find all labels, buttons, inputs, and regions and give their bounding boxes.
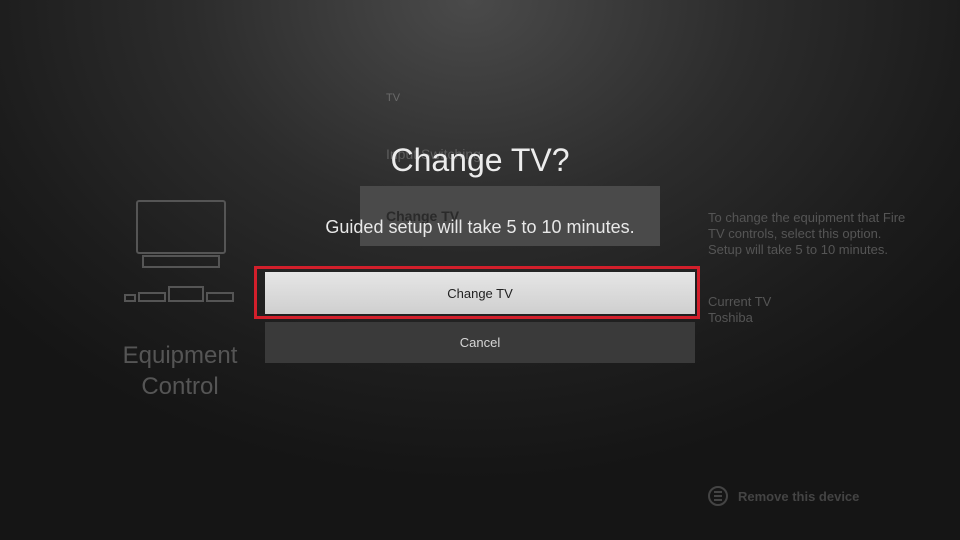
menu-lines-icon [708,486,728,506]
remove-device-label: Remove this device [738,488,860,504]
background-settings-page: TV Input Switching Change TV Equipment C… [0,0,960,540]
equipment-control-title: Equipment Control [122,342,238,400]
section-label: TV [386,92,401,104]
current-tv-value: Toshiba [708,310,753,325]
change-tv-button[interactable]: Change TV [265,272,695,314]
dialog-title: Change TV? [390,142,570,178]
devices-icon [124,286,234,302]
current-tv-label: Current TV [708,294,772,309]
current-tv-info: Current TV Toshiba [708,294,771,326]
soundbar-icon [142,255,220,268]
remove-device-option: Remove this device [708,486,859,506]
cancel-button[interactable]: Cancel [265,322,695,363]
tv-equipment-icon [120,198,240,308]
dialog-subtitle: Guided setup will take 5 to 10 minutes. [325,217,635,237]
